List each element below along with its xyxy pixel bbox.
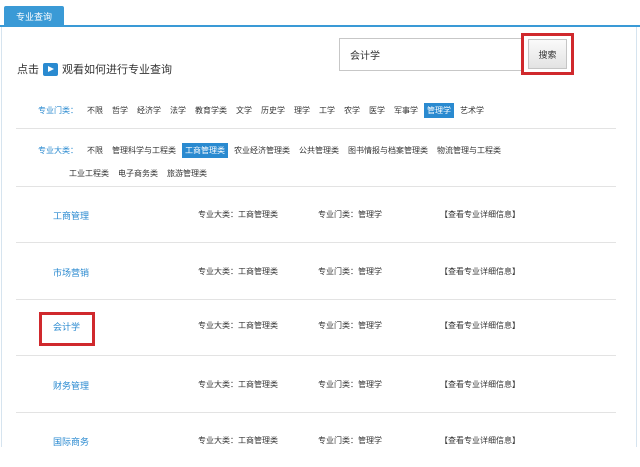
result-door: 专业门类：管理学 — [318, 267, 382, 276]
tab-major-query[interactable]: 专业查询 — [4, 6, 64, 27]
watch-tutorial: 点击 观看如何进行专业查询 — [17, 61, 172, 77]
filter-category-option[interactable]: 旅游管理类 — [164, 166, 210, 181]
result-major-name[interactable]: 财务管理 — [53, 379, 89, 392]
filter-category-label: 专业大类： — [38, 146, 78, 155]
filter-door-option[interactable]: 农学 — [341, 103, 363, 118]
result-row: 市场营销 专业大类：工商管理类 专业门类：管理学 【查看专业详细信息】 — [0, 243, 640, 298]
filter-door-option[interactable]: 军事学 — [391, 103, 421, 118]
result-detail-link[interactable]: 【查看专业详细信息】 — [440, 435, 520, 446]
result-row: 财务管理 专业大类：工商管理类 专业门类：管理学 【查看专业详细信息】 — [0, 356, 640, 411]
filter-category-option[interactable]: 管理科学与工程类 — [109, 143, 179, 158]
filter-category-option[interactable]: 物流管理与工程类 — [434, 143, 504, 158]
filter-category-row: 专业大类： 不限 管理科学与工程类 工商管理类 农业经济管理类 公共管理类 图书情报与档案… — [38, 143, 578, 181]
filter-door-option[interactable]: 历史学 — [258, 103, 288, 118]
result-row: 国际商务 专业大类：工商管理类 专业门类：管理学 【查看专业详细信息】 — [0, 412, 640, 467]
result-major-name[interactable]: 工商管理 — [53, 209, 89, 222]
result-detail-link[interactable]: 【查看专业详细信息】 — [440, 320, 520, 331]
filter-door-option[interactable]: 工学 — [316, 103, 338, 118]
result-category: 专业大类：工商管理类 — [198, 380, 278, 389]
divider — [16, 128, 616, 129]
search-input[interactable] — [339, 38, 522, 71]
filter-category-option[interactable]: 电子商务类 — [115, 166, 161, 181]
result-major-name[interactable]: 市场营销 — [53, 266, 89, 279]
result-category: 专业大类：工商管理类 — [198, 210, 278, 219]
tab-bar: 专业查询 — [0, 0, 640, 27]
result-major-name[interactable]: 国际商务 — [53, 435, 89, 448]
result-category: 专业大类：工商管理类 — [198, 436, 278, 445]
result-detail-link[interactable]: 【查看专业详细信息】 — [440, 209, 520, 220]
search-button-highlight: 搜索 — [521, 33, 574, 75]
result-category: 专业大类：工商管理类 — [198, 321, 278, 330]
result-door: 专业门类：管理学 — [318, 436, 382, 445]
filter-door-option[interactable]: 管理学 — [424, 103, 454, 118]
filter-category-option[interactable]: 工业工程类 — [66, 166, 112, 181]
filter-category-option[interactable]: 工商管理类 — [182, 143, 228, 158]
watch-tutorial-link[interactable]: 观看如何进行专业查询 — [62, 61, 172, 77]
filter-door-option[interactable]: 理学 — [291, 103, 313, 118]
filter-door-option[interactable]: 医学 — [366, 103, 388, 118]
filter-category-option[interactable]: 不限 — [84, 143, 106, 158]
play-video-icon[interactable] — [43, 62, 58, 76]
result-door: 专业门类：管理学 — [318, 210, 382, 219]
watch-prefix: 点击 — [17, 63, 39, 76]
filter-door-option[interactable]: 哲学 — [109, 103, 131, 118]
result-door: 专业门类：管理学 — [318, 380, 382, 389]
filter-door-option[interactable]: 文学 — [233, 103, 255, 118]
filter-category-option[interactable]: 图书情报与档案管理类 — [345, 143, 431, 158]
filter-door-option[interactable]: 艺术学 — [457, 103, 487, 118]
search-button[interactable]: 搜索 — [528, 39, 567, 69]
result-row: 会计学 专业大类：工商管理类 专业门类：管理学 【查看专业详细信息】 — [0, 299, 640, 354]
result-category: 专业大类：工商管理类 — [198, 267, 278, 276]
result-door: 专业门类：管理学 — [318, 321, 382, 330]
result-highlight-box — [39, 312, 95, 346]
filter-door-option[interactable]: 经济学 — [134, 103, 164, 118]
result-detail-link[interactable]: 【查看专业详细信息】 — [440, 379, 520, 390]
result-detail-link[interactable]: 【查看专业详细信息】 — [440, 266, 520, 277]
filter-category-option[interactable]: 农业经济管理类 — [231, 143, 293, 158]
result-row: 工商管理 专业大类：工商管理类 专业门类：管理学 【查看专业详细信息】 — [0, 186, 640, 241]
filter-door-option[interactable]: 教育学类 — [192, 103, 230, 118]
filter-category-option[interactable]: 公共管理类 — [296, 143, 342, 158]
filter-door-option[interactable]: 不限 — [84, 103, 106, 118]
filter-door-option[interactable]: 法学 — [167, 103, 189, 118]
filter-door-label: 专业门类： — [38, 106, 78, 115]
filter-door-row: 专业门类： 不限 哲学 经济学 法学 教育学类 文学 历史学 理学 工学 农学 医学 军事学 管理学 艺术… — [38, 103, 608, 118]
